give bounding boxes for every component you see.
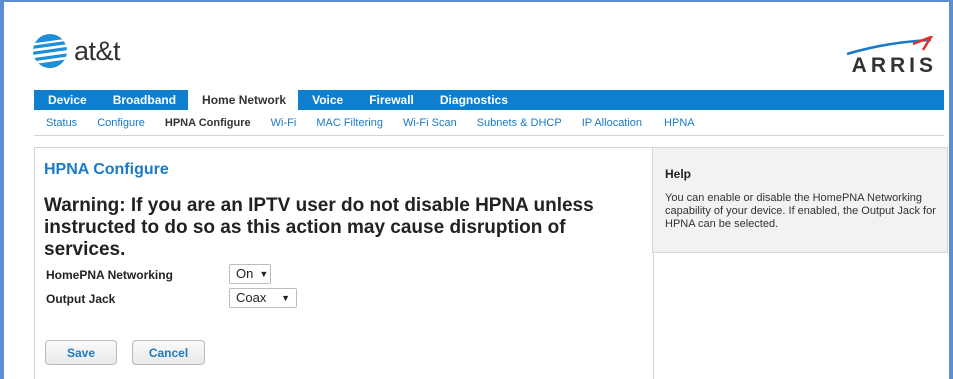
- cancel-button[interactable]: Cancel: [132, 340, 205, 365]
- subnav-configure[interactable]: Configure: [97, 117, 145, 129]
- nav-tab-firewall[interactable]: Firewall: [355, 90, 426, 110]
- sub-nav: Status Configure HPNA Configure Wi-Fi MA…: [34, 110, 944, 136]
- nav-tab-voice[interactable]: Voice: [298, 90, 355, 110]
- warning-message: Warning: If you are an IPTV user do not …: [44, 195, 594, 260]
- browser-page: at&t ARRIS Device Broadband Home Network…: [4, 2, 949, 379]
- chevron-down-icon: ▼: [281, 293, 290, 303]
- nav-tab-home-network[interactable]: Home Network: [188, 90, 299, 110]
- output-jack-label: Output Jack: [46, 292, 116, 306]
- output-jack-select[interactable]: Coax ▼: [229, 288, 297, 308]
- subnav-subnets-dhcp[interactable]: Subnets & DHCP: [477, 117, 562, 129]
- subnav-hpna[interactable]: HPNA: [664, 117, 695, 129]
- subnav-ip-allocation[interactable]: IP Allocation: [582, 117, 642, 129]
- main-panel: HPNA Configure Warning: If you are an IP…: [34, 147, 654, 379]
- subnav-wifi[interactable]: Wi-Fi: [271, 117, 297, 129]
- homepna-networking-label: HomePNA Networking: [46, 268, 173, 282]
- subnav-hpna-configure[interactable]: HPNA Configure: [165, 117, 251, 129]
- save-button[interactable]: Save: [45, 340, 117, 365]
- output-jack-value: Coax: [236, 290, 267, 305]
- page-title: HPNA Configure: [44, 161, 169, 178]
- att-globe-icon: [33, 34, 67, 68]
- chevron-down-icon: ▼: [259, 269, 269, 279]
- subnav-status[interactable]: Status: [46, 117, 77, 129]
- nav-tab-device[interactable]: Device: [34, 90, 99, 110]
- att-logo: at&t: [32, 33, 121, 69]
- arris-logo: ARRIS: [827, 36, 937, 78]
- help-text: You can enable or disable the HomePNA Ne…: [665, 192, 936, 230]
- arris-wordmark: ARRIS: [851, 54, 937, 77]
- homepna-networking-value: On: [236, 266, 254, 281]
- main-nav: Device Broadband Home Network Voice Fire…: [34, 90, 944, 110]
- nav-tab-diagnostics[interactable]: Diagnostics: [426, 90, 520, 110]
- nav-tab-broadband[interactable]: Broadband: [99, 90, 188, 110]
- subnav-mac-filtering[interactable]: MAC Filtering: [316, 117, 383, 129]
- att-wordmark: at&t: [74, 35, 121, 66]
- subnav-wifi-scan[interactable]: Wi-Fi Scan: [403, 117, 457, 129]
- homepna-networking-select[interactable]: On ▼: [229, 264, 271, 284]
- help-panel: Help You can enable or disable the HomeP…: [652, 147, 948, 253]
- help-title: Help: [665, 167, 692, 181]
